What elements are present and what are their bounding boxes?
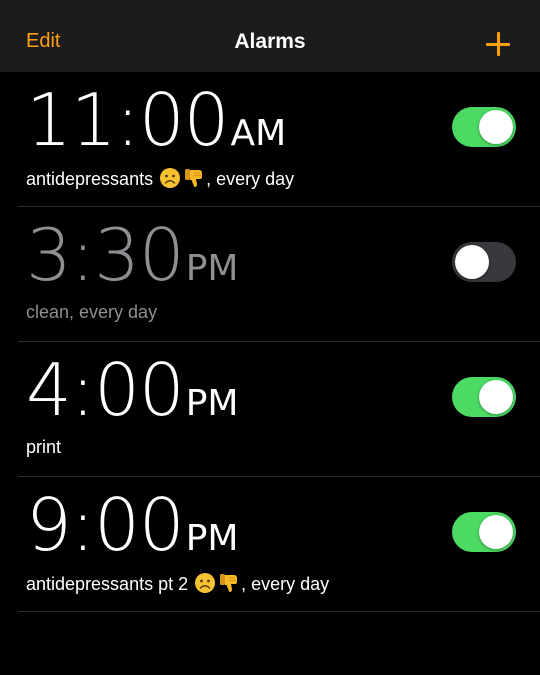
alarm-time: 4:00PM [26,354,238,426]
alarm-label-repeat: , every day [206,169,295,189]
alarm-time-digits: 9:00 [26,483,185,567]
alarm-time: 9:00PM [26,489,238,561]
alarm-label-repeat: , every day [241,574,330,594]
alarm-row[interactable]: 4:00PM print [18,342,540,477]
alarm-toggle[interactable] [452,512,516,552]
frowning-face-emoji [160,168,181,188]
alarm-time-digits: 11:00 [26,78,229,162]
alarm-time-period: AM [230,113,287,154]
alarm-label-text: clean, every day [26,302,158,322]
alarm-row[interactable]: 3:30PM clean, every day [18,207,540,342]
navigation-bar: Edit Alarms [0,0,540,72]
alarm-label-text: antidepressants pt 2 [26,574,189,594]
plus-icon[interactable] [486,32,510,56]
alarm-label: antidepressants , every day [26,167,294,190]
alarm-row[interactable]: 9:00PM antidepressants pt 2 , every day [18,477,540,612]
alarms-screen: Edit Alarms 11:00AM antidepressants , ev… [0,0,540,675]
alarm-time-digits: 4:00 [26,348,185,432]
alarm-toggle[interactable] [452,377,516,417]
toggle-knob [479,515,513,549]
alarm-label-text: print [26,437,62,457]
alarm-toggle[interactable] [452,107,516,147]
alarm-time-digits: 3:30 [26,213,185,297]
alarm-time-period: PM [185,383,239,424]
alarm-toggle[interactable] [452,242,516,282]
thumbs-down-emoji [220,574,238,592]
alarm-row[interactable]: 11:00AM antidepressants , every day [18,72,540,207]
toggle-knob [479,380,513,414]
alarm-list: 11:00AM antidepressants , every day 3:30… [0,72,540,612]
alarm-time-period: PM [185,248,239,289]
alarm-label: clean, every day [26,302,157,323]
toggle-knob [455,245,489,279]
alarm-label: print [26,437,61,458]
thumbs-down-emoji [185,169,203,187]
alarm-time-period: PM [185,518,239,559]
alarm-label: antidepressants pt 2 , every day [26,572,329,595]
alarm-time: 11:00AM [26,84,286,156]
toggle-knob [479,110,513,144]
frowning-face-emoji [195,573,216,593]
alarm-label-text: antidepressants [26,169,154,189]
alarm-time: 3:30PM [26,219,238,291]
page-title: Alarms [234,30,306,53]
